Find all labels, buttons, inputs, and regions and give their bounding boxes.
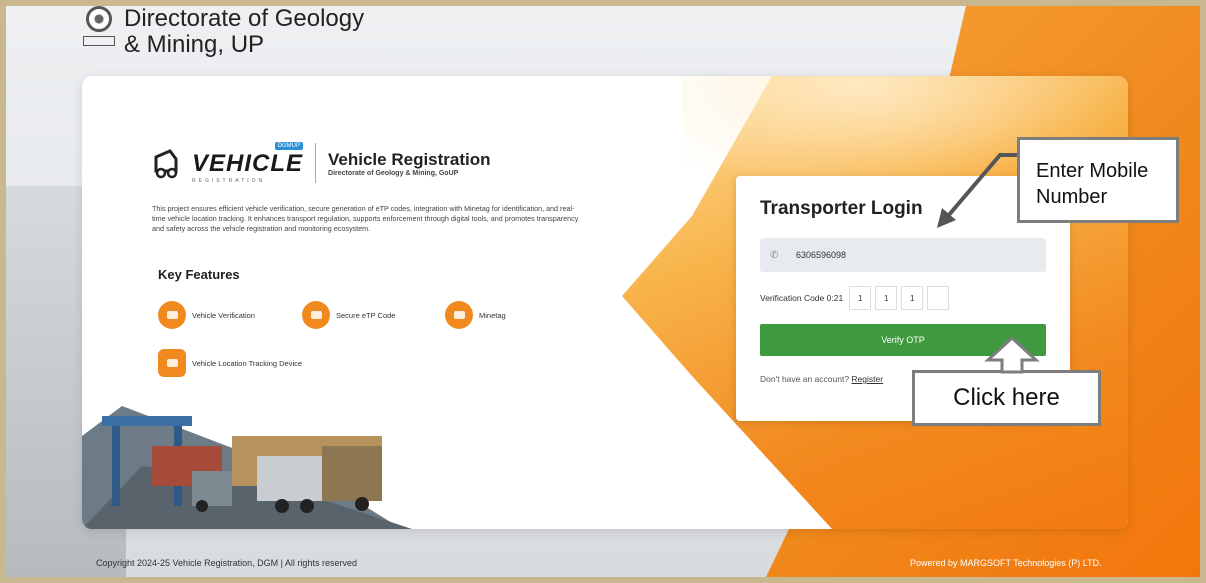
- truck-icon: [158, 301, 186, 329]
- logo-titles: Vehicle Registration Directorate of Geol…: [328, 150, 491, 177]
- feature-location-tracking: Vehicle Location Tracking Device: [158, 349, 302, 377]
- state-emblem-icon: [82, 6, 116, 62]
- truck-logo-icon: [152, 147, 180, 179]
- enter-mobile-callout: Enter Mobile Number: [1017, 137, 1179, 223]
- vehicle-logo: DGMUP VEHICLE REGISTRATION Vehicle Regis…: [152, 142, 491, 184]
- footer-powered-by: Powered by MARGSOFT Technologies (P) LTD…: [910, 558, 1102, 568]
- feature-secure-etp: Secure eTP Code: [302, 301, 395, 329]
- mobile-value: 6306596098: [796, 250, 847, 260]
- code-icon: [302, 301, 330, 329]
- key-features-heading: Key Features: [158, 267, 240, 282]
- header-brand: Directorate of Geology & Mining, UP: [82, 6, 364, 62]
- logo-divider: [315, 143, 317, 183]
- phone-icon: ✆: [770, 250, 779, 261]
- logo-word: VEHICLE: [192, 150, 304, 177]
- otp-label: Verification Code 0:21: [760, 293, 844, 303]
- footer-copyright: Copyright 2024-25 Vehicle Registration, …: [96, 558, 357, 568]
- vr-subtitle: Directorate of Geology & Mining, GoUP: [328, 169, 459, 177]
- feature-label: Minetag: [479, 310, 506, 320]
- trucks-illustration: [82, 406, 412, 529]
- mobile-input[interactable]: ✆ 6306596098: [760, 238, 1046, 272]
- register-link[interactable]: Register: [851, 374, 883, 384]
- login-title: Transporter Login: [760, 198, 923, 219]
- header-title-line1: Directorate of Geology: [124, 5, 365, 32]
- account-text: Don't have an account?: [760, 374, 850, 384]
- tracking-device-icon: [158, 349, 186, 377]
- feature-minetag: Minetag: [445, 301, 506, 329]
- logo-sub: REGISTRATION: [192, 178, 266, 184]
- otp-row: Verification Code 0:21 1 1 1: [760, 286, 1046, 310]
- logo-wordmark: DGMUP VEHICLE REGISTRATION: [192, 142, 304, 184]
- vr-title: Vehicle Registration: [328, 149, 491, 169]
- verify-otp-button[interactable]: Verify OTP: [760, 324, 1046, 356]
- feature-label: Secure eTP Code: [336, 310, 396, 320]
- project-description: This project ensures efficient vehicle v…: [152, 204, 579, 233]
- otp-digit-2[interactable]: 1: [875, 286, 898, 310]
- logo-tag: DGMUP: [274, 142, 304, 150]
- header-title: Directorate of Geology & Mining, UP: [124, 6, 364, 58]
- main-card: DGMUP VEHICLE REGISTRATION Vehicle Regis…: [82, 76, 1128, 529]
- feature-label: Vehicle Location Tracking Device: [192, 358, 303, 368]
- click-here-callout: Click here: [912, 370, 1101, 426]
- otp-digit-4[interactable]: [927, 286, 950, 310]
- feature-label: Vehicle Verification: [192, 310, 255, 320]
- header-title-line2: & Mining, UP: [124, 31, 265, 58]
- otp-digit-1[interactable]: 1: [849, 286, 872, 310]
- otp-digit-3[interactable]: 1: [901, 286, 924, 310]
- feature-vehicle-verification: Vehicle Verification: [158, 301, 255, 329]
- tag-icon: [445, 301, 473, 329]
